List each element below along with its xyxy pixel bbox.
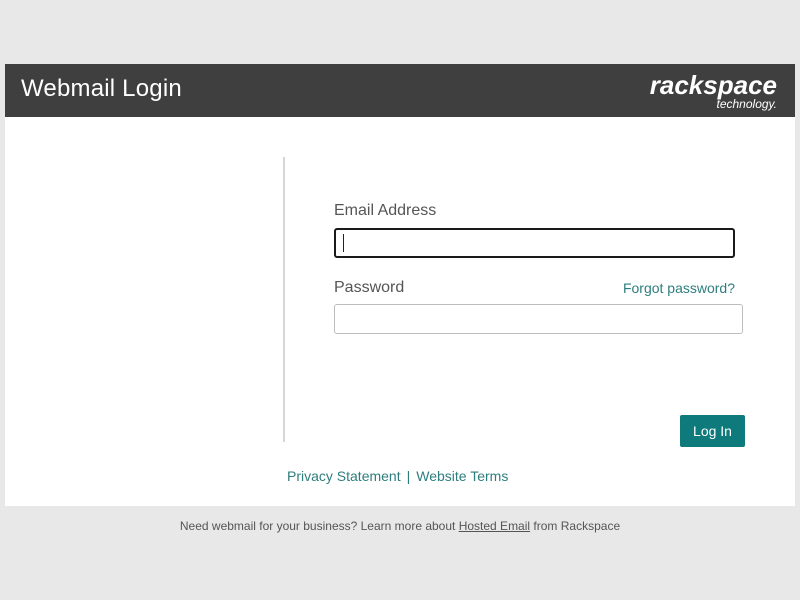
email-label: Email Address	[334, 202, 437, 219]
text-caret	[343, 234, 344, 252]
vertical-divider	[283, 157, 285, 442]
svg-text:rackspace: rackspace	[650, 70, 777, 100]
header-bar: Webmail Login rackspace technology.	[5, 64, 795, 117]
login-button[interactable]: Log In	[680, 415, 745, 447]
password-field[interactable]	[334, 304, 743, 334]
note-prefix: Need webmail for your business? Learn mo…	[179, 519, 456, 533]
login-page: Webmail Login rackspace technology. Emai…	[0, 0, 800, 600]
hosted-email-note: Need webmail for your business? Learn mo…	[0, 519, 800, 533]
login-panel: Email Address Password Forgot password? …	[5, 117, 795, 506]
privacy-statement-link[interactable]: Privacy Statement	[287, 468, 401, 484]
hosted-email-link[interactable]: Hosted Email	[459, 519, 530, 533]
footer-separator: |	[406, 468, 411, 484]
forgot-password-link[interactable]: Forgot password?	[623, 280, 735, 296]
page-title: Webmail Login	[21, 75, 182, 102]
footer-links: Privacy Statement | Website Terms	[287, 468, 508, 484]
note-suffix: from Rackspace	[533, 519, 621, 533]
rackspace-logo: rackspace technology.	[650, 70, 778, 111]
email-field[interactable]	[334, 228, 735, 258]
svg-text:technology.: technology.	[717, 97, 778, 111]
website-terms-link[interactable]: Website Terms	[416, 468, 508, 484]
password-label: Password	[334, 279, 405, 296]
